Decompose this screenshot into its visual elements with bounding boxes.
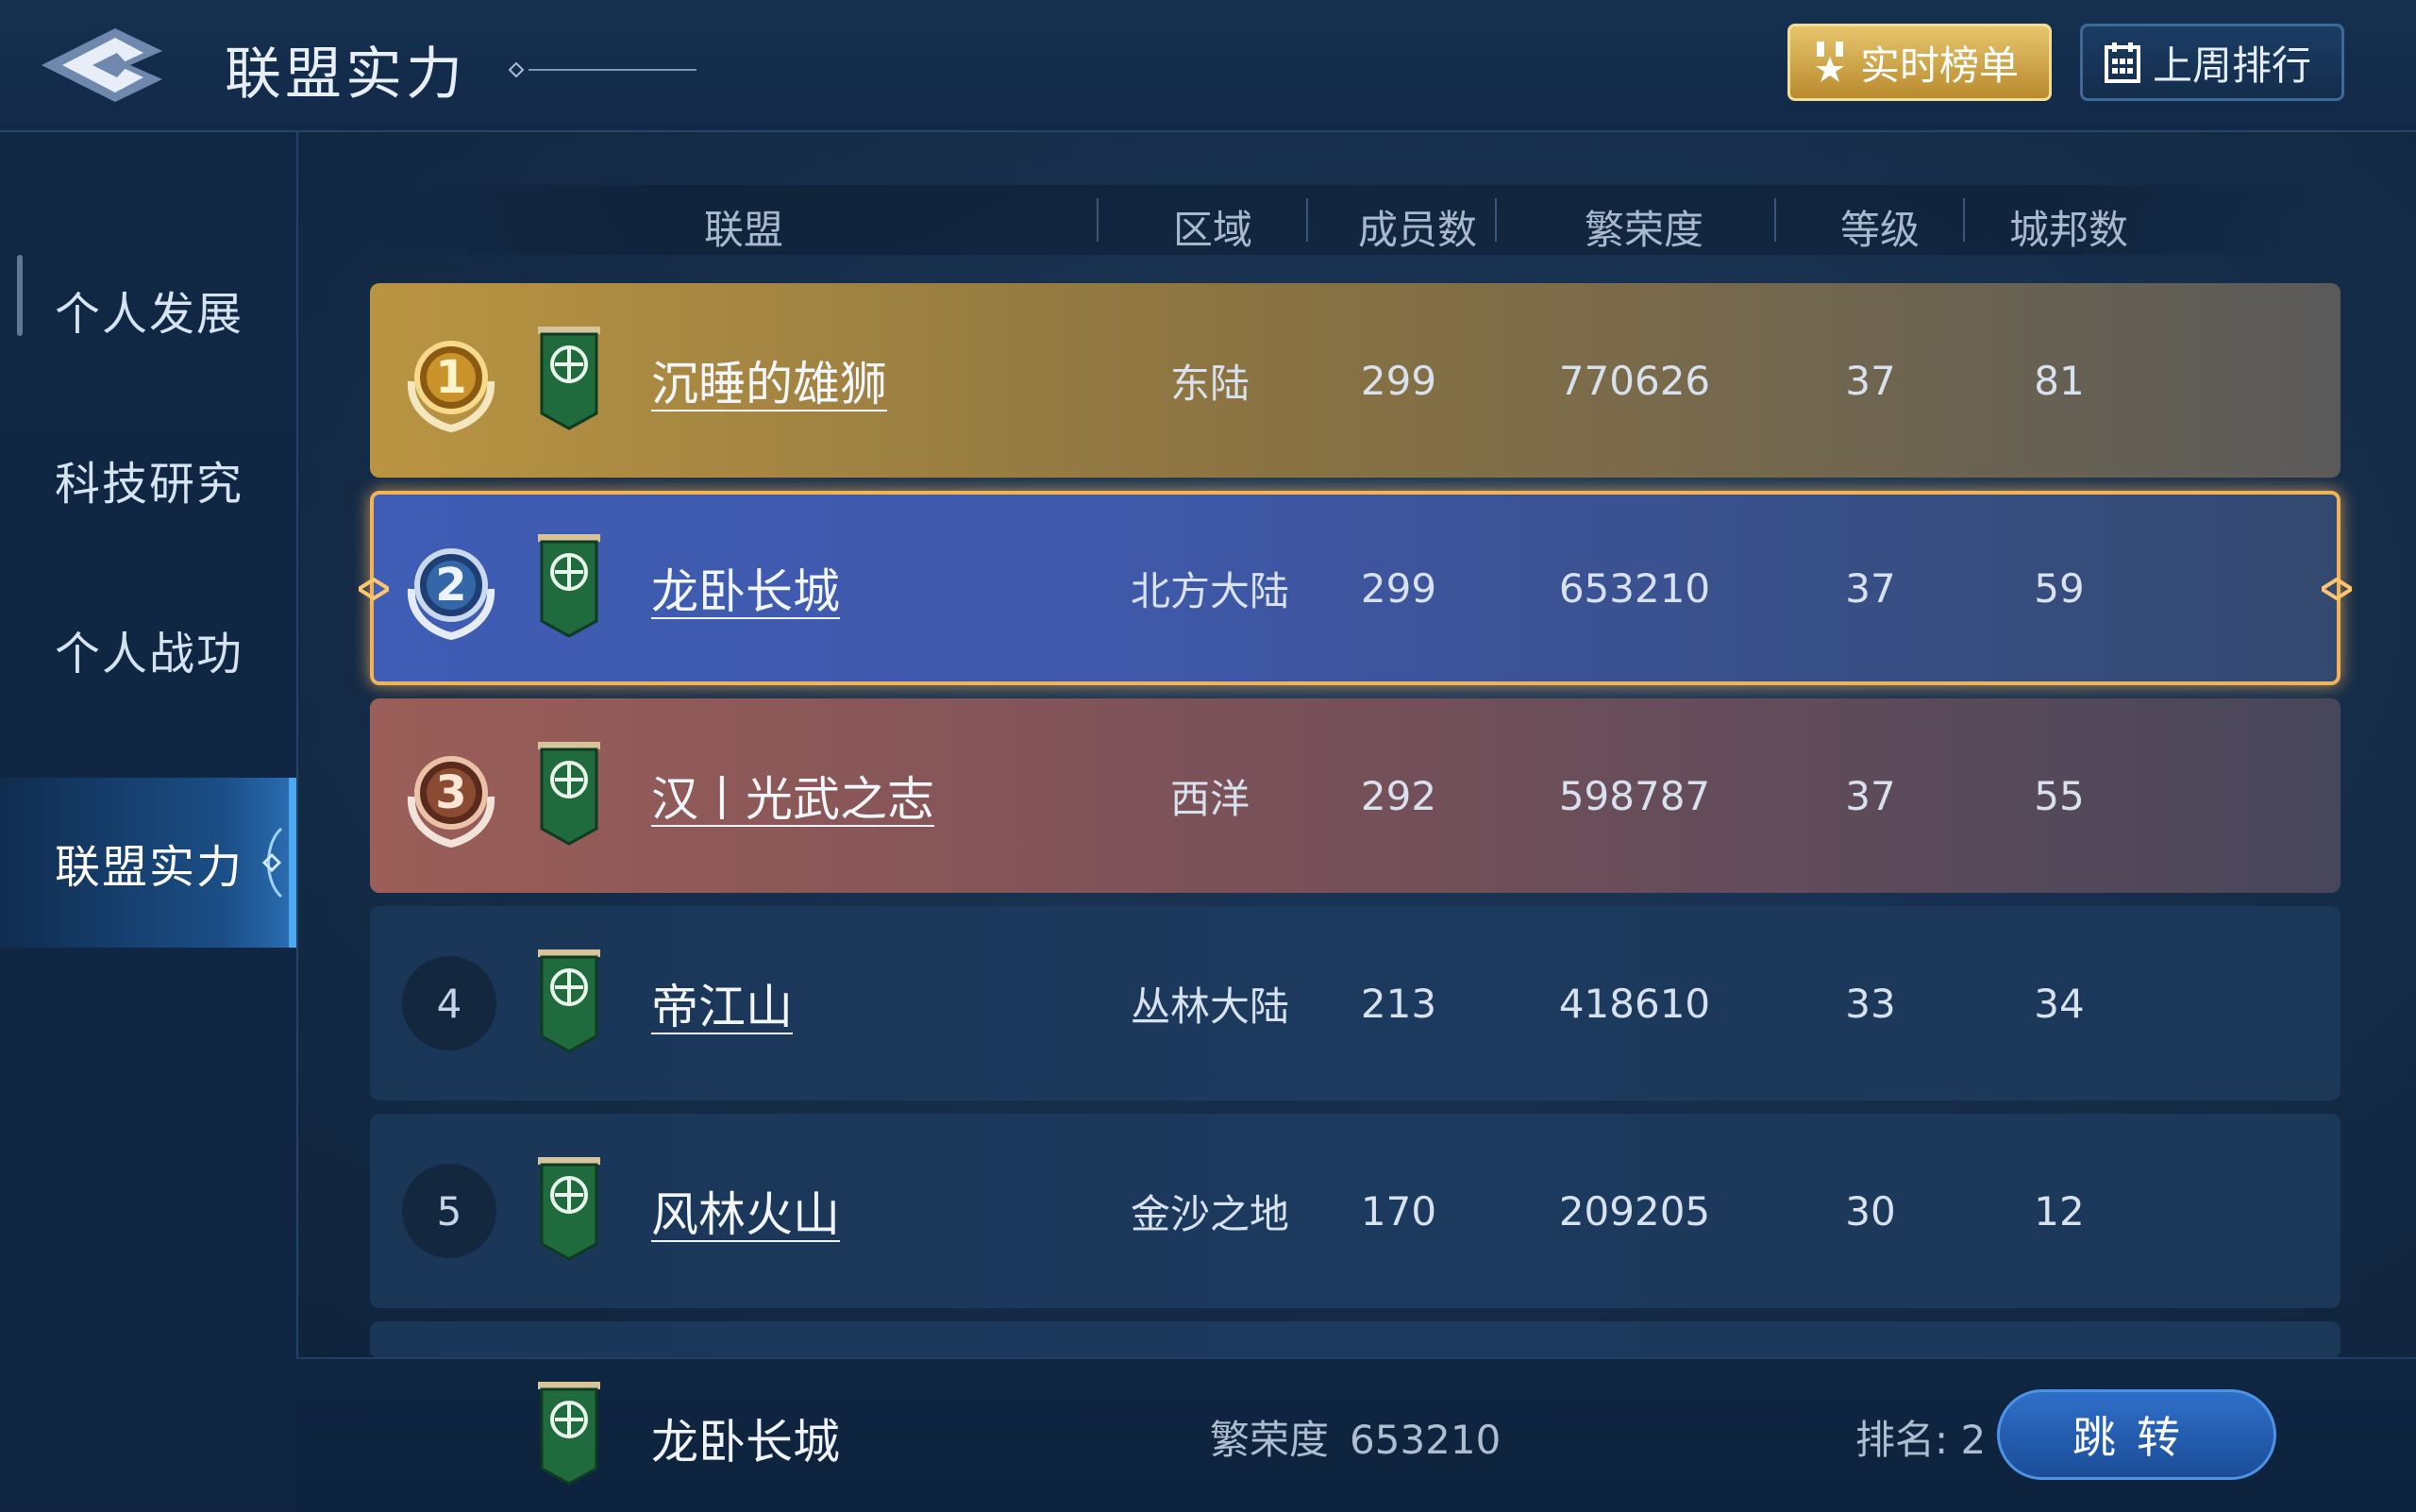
alliance-flag-icon xyxy=(536,327,602,434)
my-alliance-prosperity: 繁荣度 653210 xyxy=(1210,1408,1501,1466)
cities-cell: 81 xyxy=(2034,357,2085,404)
sidebar-item-tech-research[interactable]: 科技研究 xyxy=(0,395,296,564)
rank-number: 3 xyxy=(435,766,467,819)
column-divider xyxy=(1097,198,1099,242)
prosperity-cell: 209205 xyxy=(1558,1187,1711,1235)
alliance-flag-icon xyxy=(536,534,602,642)
alliance-flag-icon xyxy=(536,1382,602,1489)
sidebar-item-label: 个人发展 xyxy=(55,288,244,341)
sidebar: 个人发展 科技研究 个人战功 联盟实力 xyxy=(0,132,298,1510)
cities-cell: 12 xyxy=(2034,1187,2085,1235)
alliance-name-link[interactable]: 风林火山 xyxy=(651,1114,840,1308)
column-cities: 城邦数 xyxy=(2008,207,2128,253)
region-cell: 金沙之地 xyxy=(1130,1190,1289,1237)
cities-cell: 34 xyxy=(2034,980,2085,1027)
table-header: 联盟 区域 成员数 繁荣度 等级 城邦数 xyxy=(370,185,2340,255)
alliance-name-link[interactable]: 帝江山 xyxy=(651,906,793,1100)
region-cell: 北方大陆 xyxy=(1130,567,1289,614)
my-alliance-bar: 龙卧长城 繁荣度 653210 排名: 2 跳转 xyxy=(296,1357,2416,1512)
members-cell: 292 xyxy=(1360,772,1437,819)
column-alliance: 联盟 xyxy=(703,207,783,253)
calendar-icon xyxy=(2104,42,2141,83)
last-week-ranking-button[interactable]: 上周排行 xyxy=(2080,24,2344,101)
page-title: 联盟实力 xyxy=(225,42,466,108)
sidebar-item-personal-development[interactable]: 个人发展 xyxy=(0,225,296,395)
cities-cell: 55 xyxy=(2034,772,2085,819)
realtime-ranking-label: 实时榜单 xyxy=(1860,42,2020,89)
column-divider xyxy=(1306,198,1308,242)
region-cell: 丛林大陆 xyxy=(1130,983,1289,1030)
prosperity-cell: 598787 xyxy=(1558,772,1711,819)
sidebar-item-personal-merit[interactable]: 个人战功 xyxy=(0,564,296,734)
column-level: 等级 xyxy=(1839,207,1920,253)
title-ornament xyxy=(508,61,696,81)
table-row-selected[interactable]: 2 龙卧长城 北方大陆 299 653210 37 59 xyxy=(355,491,2356,685)
members-cell: 299 xyxy=(1360,357,1437,404)
region-cell: 东陆 xyxy=(1169,360,1250,407)
table-row[interactable]: 4 帝江山 丛林大陆 213 418610 33 34 xyxy=(370,906,2340,1100)
back-arrow-icon[interactable] xyxy=(38,23,170,108)
sidebar-item-label: 科技研究 xyxy=(55,458,244,511)
my-alliance-rank: 排名: 2 xyxy=(1855,1417,1987,1463)
jump-button[interactable]: 跳转 xyxy=(1997,1389,2276,1480)
sidebar-item-alliance-strength[interactable]: 联盟实力 xyxy=(0,778,296,948)
column-divider xyxy=(1495,198,1497,242)
active-ornament-icon xyxy=(259,825,285,912)
column-members: 成员数 xyxy=(1357,207,1477,253)
row-edge-ornament-icon xyxy=(2318,577,2356,604)
last-week-ranking-label: 上周排行 xyxy=(2153,42,2312,89)
rank-medal-gold-icon: 1 xyxy=(393,323,510,440)
column-region: 区域 xyxy=(1172,207,1252,253)
alliance-name-link[interactable]: 沉睡的雄狮 xyxy=(651,283,887,478)
column-prosperity: 繁荣度 xyxy=(1584,207,1703,253)
level-cell: 37 xyxy=(1845,357,1896,404)
prosperity-cell: 770626 xyxy=(1558,357,1711,404)
level-cell: 37 xyxy=(1845,564,1896,612)
sidebar-item-label: 个人战功 xyxy=(55,628,244,680)
alliance-flag-icon xyxy=(536,742,602,849)
rank-number: 4 xyxy=(402,956,496,1050)
alliance-flag-icon xyxy=(536,949,602,1057)
alliance-name-link[interactable]: 龙卧长城 xyxy=(651,495,840,681)
top-bar: 联盟实力 实时榜单 上周排行 xyxy=(0,0,2416,132)
level-cell: 33 xyxy=(1845,980,1896,1027)
realtime-ranking-button[interactable]: 实时榜单 xyxy=(1787,24,2052,101)
level-cell: 37 xyxy=(1845,772,1896,819)
level-cell: 30 xyxy=(1845,1187,1896,1235)
table-row[interactable]: 1 沉睡的雄狮 东陆 299 770626 37 81 xyxy=(370,283,2340,478)
prosperity-value: 653210 xyxy=(1350,1417,1502,1463)
prosperity-label: 繁荣度 xyxy=(1210,1417,1330,1463)
sidebar-item-label: 联盟实力 xyxy=(55,841,244,894)
members-cell: 299 xyxy=(1360,564,1437,612)
region-cell: 西洋 xyxy=(1169,775,1250,822)
prosperity-cell: 653210 xyxy=(1558,564,1711,612)
column-divider xyxy=(1774,198,1776,242)
row-edge-ornament-icon xyxy=(355,577,393,604)
table-row-partial[interactable] xyxy=(370,1321,2340,1359)
medal-icon xyxy=(1811,40,1849,85)
members-cell: 170 xyxy=(1360,1187,1437,1235)
prosperity-cell: 418610 xyxy=(1558,980,1711,1027)
my-alliance-name: 龙卧长城 xyxy=(651,1415,840,1470)
rank-medal-bronze-icon: 3 xyxy=(393,738,510,855)
table-row[interactable]: 3 汉丨光武之志 西洋 292 598787 37 55 xyxy=(370,698,2340,893)
alliance-flag-icon xyxy=(536,1157,602,1265)
rank-medal-silver-icon: 2 xyxy=(393,530,510,647)
members-cell: 213 xyxy=(1360,980,1437,1027)
rank-number: 1 xyxy=(435,351,467,404)
rank-number: 5 xyxy=(402,1164,496,1258)
column-divider xyxy=(1963,198,1965,242)
alliance-name-link[interactable]: 汉丨光武之志 xyxy=(651,698,934,893)
table-row[interactable]: 5 风林火山 金沙之地 170 209205 30 12 xyxy=(370,1114,2340,1308)
cities-cell: 59 xyxy=(2034,564,2085,612)
rank-number: 2 xyxy=(435,559,467,612)
